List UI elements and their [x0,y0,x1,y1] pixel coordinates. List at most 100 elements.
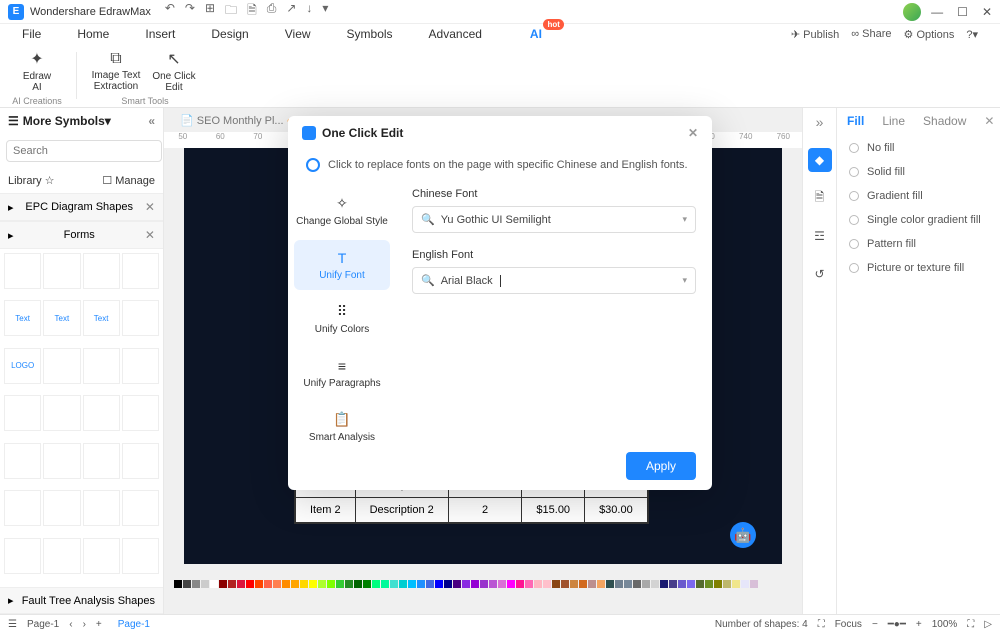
color-swatch[interactable] [696,580,704,588]
shape-thumbnail[interactable] [83,348,120,384]
side-unify-colors[interactable]: ⠿Unify Colors [294,294,390,344]
fill-option[interactable]: Picture or texture fill [837,256,1000,280]
publish-button[interactable]: ✈ Publish [791,28,839,41]
color-swatch[interactable] [426,580,434,588]
manage-button[interactable]: ☐ Manage [102,174,155,187]
color-swatch[interactable] [354,580,362,588]
color-swatch[interactable] [372,580,380,588]
shape-thumbnail[interactable] [122,300,159,336]
color-swatch[interactable] [642,580,650,588]
color-swatch[interactable] [498,580,506,588]
color-swatch[interactable] [462,580,470,588]
side-unify-font[interactable]: TUnify Font [294,240,390,290]
menu-insert[interactable]: Insert [145,27,175,41]
shape-thumbnail[interactable] [122,443,159,479]
english-font-select[interactable]: 🔍Arial Black▾ [412,267,696,294]
color-swatch[interactable] [327,580,335,588]
shape-thumbnail[interactable] [43,253,80,289]
expand-right-icon[interactable]: » [816,114,824,130]
page-tab[interactable]: Page-1 [112,619,156,630]
tab-line[interactable]: Line [882,114,905,128]
shape-thumbnail[interactable] [122,253,159,289]
close-section-icon[interactable]: ✕ [145,200,155,214]
shape-thumbnail[interactable] [4,395,41,431]
fullscreen-icon[interactable]: ⛶ [967,619,974,630]
shape-thumbnail[interactable] [122,395,159,431]
color-swatch[interactable] [300,580,308,588]
color-swatch[interactable] [255,580,263,588]
next-page-icon[interactable]: › [83,619,86,630]
pages-icon[interactable]: ☰ [8,619,17,630]
table-row[interactable]: Item 2Description 22$15.00$30.00 [296,498,648,523]
color-swatch[interactable] [174,580,182,588]
shape-thumbnail[interactable] [4,490,41,526]
shape-thumbnail[interactable] [122,538,159,574]
add-page-icon[interactable]: + [96,619,102,630]
presentation-icon[interactable]: ▷ [984,619,992,630]
color-swatch[interactable] [390,580,398,588]
fit-icon[interactable]: ⛶ [818,619,825,630]
tab-shadow[interactable]: Shadow [923,114,966,128]
color-swatch[interactable] [192,580,200,588]
tab-fill[interactable]: Fill [847,114,864,128]
fill-option[interactable]: Solid fill [837,160,1000,184]
color-swatch[interactable] [273,580,281,588]
color-swatch[interactable] [282,580,290,588]
shape-thumbnail[interactable] [83,395,120,431]
color-swatch[interactable] [246,580,254,588]
color-swatch[interactable] [669,580,677,588]
color-swatch[interactable] [624,580,632,588]
shape-thumbnail[interactable] [122,348,159,384]
import-icon[interactable]: ↓ [306,1,312,22]
section-epc[interactable]: ▸ EPC Diagram Shapes✕ [0,193,163,221]
color-swatch[interactable] [336,580,344,588]
shape-thumbnail[interactable]: Text [4,300,41,336]
color-swatch[interactable] [399,580,407,588]
fill-option[interactable]: Pattern fill [837,232,1000,256]
page-name[interactable]: Page-1 [27,619,59,630]
shape-thumbnail[interactable] [4,253,41,289]
color-swatch[interactable] [588,580,596,588]
focus-button[interactable]: Focus [835,619,862,630]
shape-thumbnail[interactable] [83,443,120,479]
fill-option[interactable]: Single color gradient fill [837,208,1000,232]
prev-page-icon[interactable]: ‹ [69,619,72,630]
color-swatch[interactable] [381,580,389,588]
side-smart-analysis[interactable]: 📋Smart Analysis [294,402,390,452]
color-swatch[interactable] [561,580,569,588]
color-swatch[interactable] [597,580,605,588]
shape-thumbnail[interactable] [83,253,120,289]
shape-thumbnail[interactable] [43,443,80,479]
shape-thumbnail[interactable]: Text [83,300,120,336]
color-swatch[interactable] [417,580,425,588]
new-icon[interactable]: ⊞ [205,1,215,22]
color-swatch[interactable] [318,580,326,588]
shape-thumbnail[interactable] [4,443,41,479]
color-swatch[interactable] [489,580,497,588]
share-button[interactable]: ∞ Share [851,28,891,40]
section-forms[interactable]: ▸ Forms✕ [0,221,163,249]
close-section-icon[interactable]: ✕ [145,228,155,242]
color-swatch[interactable] [615,580,623,588]
menu-file[interactable]: File [22,27,41,41]
color-swatch[interactable] [219,580,227,588]
more-icon[interactable]: ▾ [322,1,328,22]
color-swatch[interactable] [570,580,578,588]
section-fault-tree[interactable]: ▸ Fault Tree Analysis Shapes [0,587,163,614]
more-symbols-header[interactable]: ☰ More Symbols ▾« [0,108,163,134]
maximize-icon[interactable]: ☐ [957,5,968,19]
color-swatch[interactable] [750,580,758,588]
color-swatch[interactable] [435,580,443,588]
ai-chat-icon[interactable]: 🤖 [730,522,756,548]
color-swatch[interactable] [210,580,218,588]
color-swatch[interactable] [543,580,551,588]
color-swatch[interactable] [444,580,452,588]
edraw-ai-button[interactable]: ✦Edraw AI [10,48,64,94]
user-avatar[interactable] [903,3,921,21]
zoom-value[interactable]: 100% [932,619,958,630]
shape-thumbnail[interactable] [43,348,80,384]
color-swatch[interactable] [363,580,371,588]
document-tab[interactable]: 📄 SEO Monthly Pl... ● [172,112,301,129]
close-icon[interactable]: ✕ [982,5,992,19]
shape-thumbnail[interactable] [43,538,80,574]
